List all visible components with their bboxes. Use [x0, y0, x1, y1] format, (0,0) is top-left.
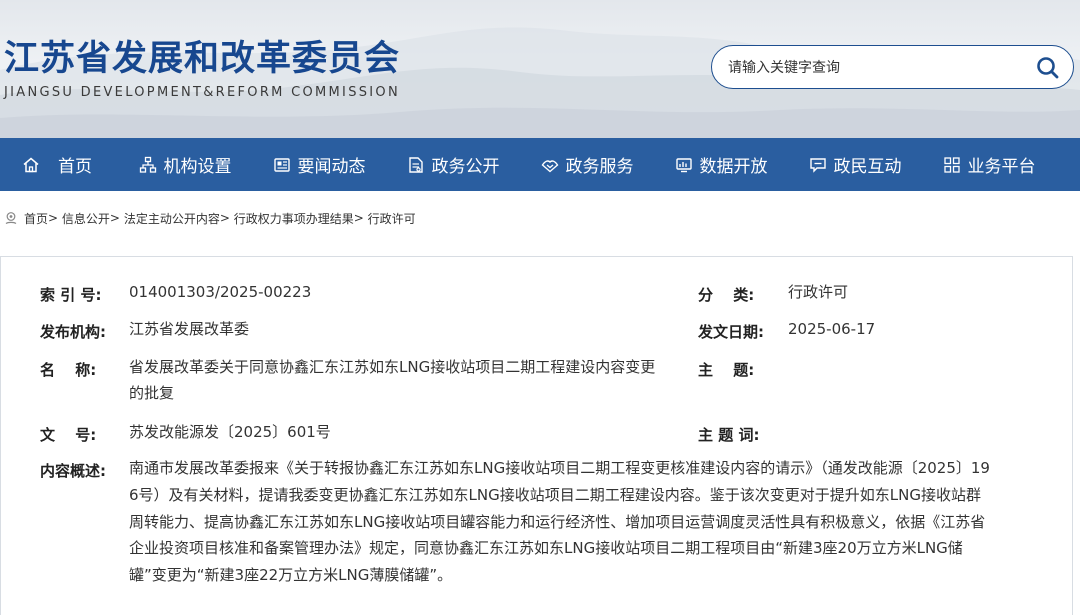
doc-number-label: 文 号: — [40, 426, 97, 444]
grid-icon — [943, 156, 961, 174]
publisher-value: 江苏省发展改革委 — [129, 320, 250, 338]
category-label: 分 类: — [698, 286, 755, 304]
breadcrumb-separator: > — [219, 211, 230, 225]
search-icon[interactable] — [1035, 55, 1061, 81]
summary-label: 内容概述: — [40, 462, 106, 480]
nav-label: 要闻动态 — [297, 157, 366, 177]
site-subtitle: JIANGSU DEVELOPMENT&REFORM COMMISSION — [4, 85, 400, 100]
category-value: 行政许可 — [788, 283, 849, 301]
nav-item-organization[interactable]: 机构设置 — [118, 138, 252, 191]
service-icon — [541, 156, 559, 174]
search-box — [711, 45, 1074, 89]
breadcrumb-separator: > — [48, 211, 59, 225]
index-number-label: 索 引 号: — [40, 286, 102, 304]
org-chart-icon — [139, 156, 157, 174]
publisher-label: 发布机构: — [40, 323, 106, 341]
breadcrumb-separator: > — [109, 211, 120, 225]
main-nav: 首页 机构设置 要闻动态 政务公开 政务服务 数据开放 政民互动 业务平台 — [0, 138, 1080, 191]
breadcrumb-statutory-content[interactable]: 法定主动公开内容 — [124, 210, 220, 227]
location-icon — [4, 211, 18, 225]
nav-item-interaction[interactable]: 政民互动 — [788, 138, 922, 191]
nav-item-home[interactable]: 首页 — [0, 138, 118, 191]
index-number-value: 014001303/2025-00223 — [129, 283, 312, 301]
keywords-label: 主 题 词: — [698, 426, 760, 444]
summary-text: 南通市发展改革委报来《关于转报协鑫汇东江苏如东LNG接收站项目二期工程变更核准建… — [129, 459, 990, 585]
title-value: 省发展改革委关于同意协鑫汇东江苏如东LNG接收站项目二期工程建设内容变更的批复 — [129, 358, 656, 402]
nav-label: 政务服务 — [565, 157, 634, 177]
nav-label: 政务公开 — [431, 157, 500, 177]
nav-item-open-data[interactable]: 数据开放 — [654, 138, 788, 191]
site-title[interactable]: 江苏省发展和改革委员会 — [4, 30, 400, 81]
breadcrumb-admin-license[interactable]: 行政许可 — [368, 210, 416, 227]
nav-item-public-affairs[interactable]: 政务公开 — [386, 138, 520, 191]
nav-label: 首页 — [58, 157, 92, 177]
breadcrumb: 首页 > 信息公开 > 法定主动公开内容 > 行政权力事项办理结果 > 行政许可 — [0, 206, 416, 230]
nav-label: 数据开放 — [699, 157, 768, 177]
nav-item-news[interactable]: 要闻动态 — [252, 138, 386, 191]
nav-item-services[interactable]: 政务服务 — [520, 138, 654, 191]
breadcrumb-separator: > — [353, 211, 364, 225]
issue-date-label: 发文日期: — [698, 323, 764, 341]
nav-item-platform[interactable]: 业务平台 — [922, 138, 1056, 191]
subject-label: 主 题: — [698, 361, 755, 379]
breadcrumb-info-disclosure[interactable]: 信息公开 — [62, 210, 110, 227]
breadcrumb-admin-results[interactable]: 行政权力事项办理结果 — [234, 210, 354, 227]
chat-icon — [809, 156, 827, 174]
title-label: 名 称: — [40, 361, 97, 379]
home-icon — [22, 156, 40, 174]
doc-number-value: 苏发改能源发〔2025〕601号 — [129, 423, 331, 441]
document-meta-panel: 索 引 号: 014001303/2025-00223 分 类: 行政许可 发布… — [0, 256, 1073, 615]
search-input[interactable] — [728, 56, 1018, 80]
site-header: 江苏省发展和改革委员会 JIANGSU DEVELOPMENT&REFORM C… — [0, 0, 1080, 138]
nav-label: 政民互动 — [833, 157, 902, 177]
issue-date-value: 2025-06-17 — [788, 320, 876, 338]
nav-label: 业务平台 — [967, 157, 1036, 177]
news-icon — [273, 156, 291, 174]
document-icon — [407, 156, 425, 174]
data-icon — [675, 156, 693, 174]
breadcrumb-home[interactable]: 首页 — [24, 210, 48, 227]
nav-label: 机构设置 — [163, 157, 232, 177]
